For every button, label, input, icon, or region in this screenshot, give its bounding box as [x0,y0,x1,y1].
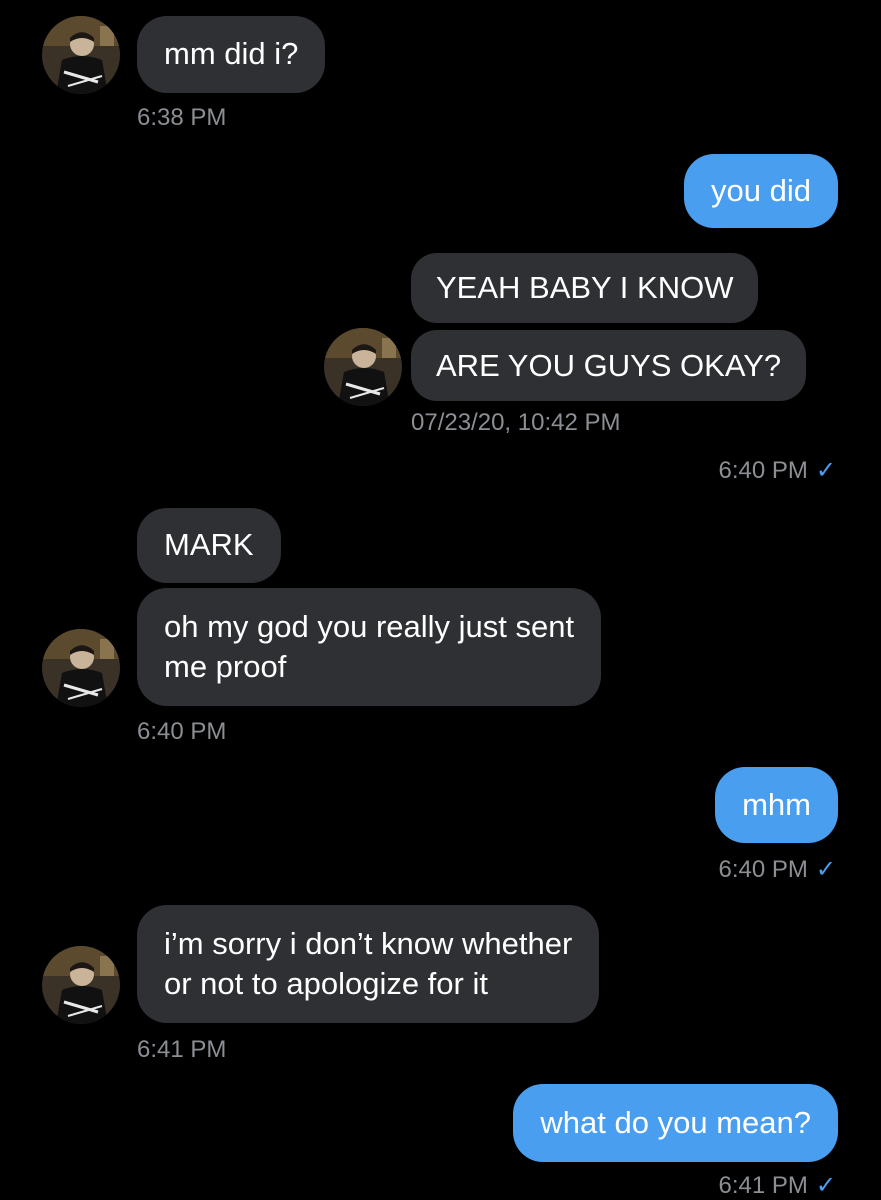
message-bubble-outgoing[interactable]: mhm [715,767,838,843]
message-bubble-incoming[interactable]: mm did i? [137,16,326,93]
message-text: MARK [164,527,254,562]
avatar-photo-icon [42,946,120,1024]
message-bubble-incoming[interactable]: MARK [137,508,281,583]
message-bubble-incoming[interactable]: i’m sorry i don’t know whether or not to… [137,905,600,1023]
message-timestamp: 6:40 PM ✓ [718,856,837,883]
read-check-icon: ✓ [815,457,836,484]
message-bubble-incoming[interactable]: oh my god you really just sent me proof [137,588,602,706]
avatar[interactable] [42,16,120,94]
message-timestamp: 6:38 PM [137,104,227,131]
message-text-line: me proof [164,649,287,684]
message-text: mhm [742,787,811,822]
message-timestamp: 6:41 PM ✓ [718,1172,837,1199]
message-bubble-outgoing[interactable]: you did [684,154,838,228]
message-text-line: oh my god you really just sent [164,609,575,644]
message-bubble-outgoing[interactable]: what do you mean? [513,1084,838,1162]
quoted-avatar[interactable] [324,328,402,406]
message-timestamp: 6:40 PM [137,718,227,745]
message-text: mm did i? [164,36,299,71]
message-text-line: or not to apologize for it [164,966,488,1001]
quoted-message-bubble[interactable]: ARE YOU GUYS OKAY? [411,330,807,401]
avatar-photo-icon [324,328,402,406]
message-text-line: i’m sorry i don’t know whether [164,926,573,961]
quoted-message-timestamp: 07/23/20, 10:42 PM [411,409,621,436]
quoted-message-text: YEAH BABY I KNOW [436,270,734,305]
message-text: you did [711,173,811,208]
read-check-icon: ✓ [815,1172,836,1199]
message-timestamp: 6:41 PM [137,1036,227,1063]
message-text: what do you mean? [540,1105,811,1140]
quoted-message-text: ARE YOU GUYS OKAY? [436,348,782,383]
read-check-icon: ✓ [815,856,836,883]
avatar[interactable] [42,629,120,707]
message-timestamp: 6:40 PM ✓ [718,457,837,484]
quoted-message-bubble[interactable]: YEAH BABY I KNOW [411,253,759,323]
avatar-photo-icon [42,16,120,94]
avatar-photo-icon [42,629,120,707]
avatar[interactable] [42,946,120,1024]
